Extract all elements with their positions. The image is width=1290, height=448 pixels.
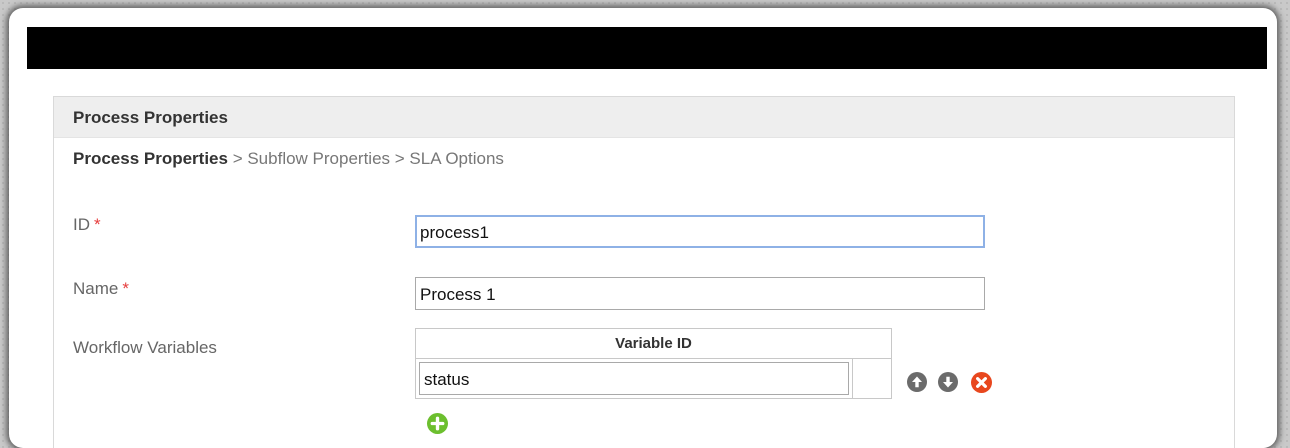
dialog-window: Process Properties Process Properties > …	[9, 8, 1277, 448]
breadcrumb-separator: >	[390, 149, 410, 168]
name-label-text: Name	[73, 279, 119, 298]
breadcrumb-item-subflow-properties[interactable]: Subflow Properties	[247, 149, 390, 168]
variable-id-column-header: Variable ID	[416, 329, 891, 359]
move-up-button[interactable]	[907, 372, 927, 392]
breadcrumb-current: Process Properties	[73, 149, 228, 168]
move-down-button[interactable]	[938, 372, 958, 392]
arrow-up-circle-icon	[907, 372, 927, 392]
id-input[interactable]	[415, 215, 985, 248]
name-input[interactable]	[415, 277, 985, 310]
workflow-variables-table: Variable ID	[415, 328, 892, 399]
delete-row-button[interactable]	[971, 372, 992, 393]
workflow-variables-label-text: Workflow Variables	[73, 338, 217, 357]
required-marker: *	[122, 279, 129, 298]
add-variable-button[interactable]	[427, 413, 448, 434]
breadcrumb-item-sla-options[interactable]: SLA Options	[409, 149, 504, 168]
breadcrumb-separator: >	[227, 149, 248, 168]
name-label: Name *	[73, 279, 129, 299]
variable-id-input[interactable]	[419, 362, 849, 395]
breadcrumb: Process Properties > Subflow Properties …	[73, 149, 504, 169]
close-circle-icon	[971, 372, 992, 393]
required-marker: *	[94, 215, 101, 234]
id-label: ID *	[73, 215, 101, 235]
panel-header: Process Properties	[54, 97, 1234, 138]
arrow-down-circle-icon	[938, 372, 958, 392]
id-label-text: ID	[73, 215, 90, 234]
panel-title: Process Properties	[73, 108, 228, 127]
table-divider	[852, 359, 853, 398]
workflow-variables-label: Workflow Variables	[73, 338, 217, 358]
plus-circle-icon	[427, 413, 448, 434]
title-bar	[27, 27, 1267, 69]
properties-panel: Process Properties Process Properties > …	[53, 96, 1235, 448]
